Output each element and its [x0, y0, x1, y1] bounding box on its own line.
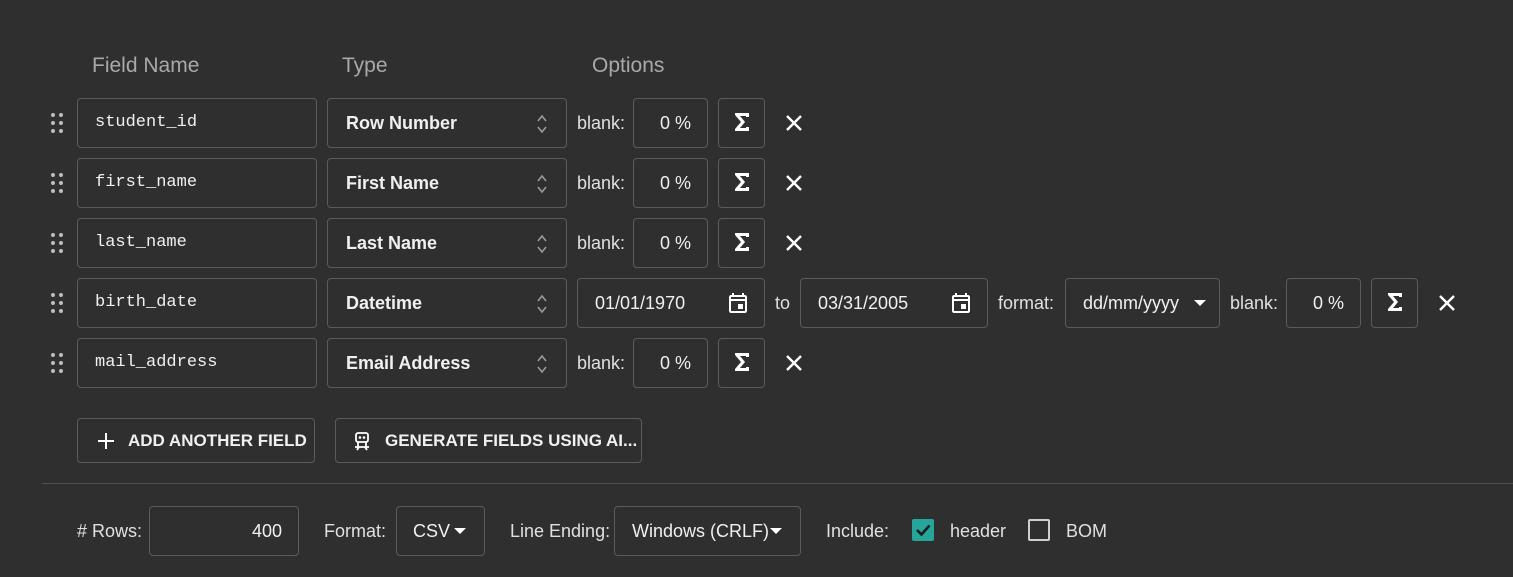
- generate-ai-label: GENERATE FIELDS USING AI...: [385, 431, 638, 450]
- drag-handle-icon[interactable]: [50, 111, 64, 135]
- to-label: to: [775, 293, 791, 313]
- header-checkbox[interactable]: [912, 519, 934, 541]
- format-select[interactable]: CSV: [396, 506, 485, 556]
- sigma-button[interactable]: [718, 338, 765, 388]
- caret-down-icon: [1194, 300, 1206, 306]
- blank-label: blank:: [577, 353, 626, 373]
- field-name-input[interactable]: birth_date: [77, 278, 317, 328]
- field-row: student_id Row Number blank: 0 %: [0, 98, 1513, 148]
- drag-handle-icon[interactable]: [50, 351, 64, 375]
- divider: [42, 483, 1513, 484]
- format-label: format:: [998, 293, 1055, 313]
- blank-label: blank:: [577, 113, 626, 133]
- sigma-icon: [734, 113, 749, 131]
- close-icon[interactable]: [782, 171, 806, 195]
- blank-percent-input[interactable]: 0 %: [633, 98, 708, 148]
- header-options: Options: [592, 54, 665, 77]
- field-type-select[interactable]: Row Number: [327, 98, 567, 148]
- blank-percent-input[interactable]: 0 %: [1286, 278, 1361, 328]
- blank-percent-input[interactable]: 0 %: [633, 158, 708, 208]
- drag-handle-icon[interactable]: [50, 171, 64, 195]
- blank-label: blank:: [1230, 293, 1279, 313]
- date-format-select[interactable]: dd/mm/yyyy: [1065, 278, 1220, 328]
- calendar-icon[interactable]: [949, 291, 973, 315]
- include-label: Include:: [826, 521, 890, 541]
- caret-down-icon: [454, 528, 466, 534]
- generate-ai-button[interactable]: GENERATE FIELDS USING AI...: [335, 418, 642, 463]
- header-type: Type: [342, 54, 388, 77]
- sigma-icon: [1387, 293, 1402, 311]
- sigma-icon: [734, 353, 749, 371]
- check-icon: [916, 524, 931, 537]
- field-type-label: Row Number: [346, 113, 458, 133]
- rows-label: # Rows:: [77, 521, 143, 541]
- format-label: Format:: [324, 521, 387, 541]
- field-row: birth_date Datetime 01/01/1970 to 03/31/…: [0, 278, 1513, 328]
- format-value: CSV: [413, 521, 451, 541]
- sigma-icon: [734, 173, 749, 191]
- close-icon[interactable]: [1435, 291, 1459, 315]
- field-name-input[interactable]: last_name: [77, 218, 317, 268]
- updown-chevron-icon: [537, 234, 547, 254]
- date-from-input[interactable]: 01/01/1970: [577, 278, 765, 328]
- field-type-select[interactable]: Datetime: [327, 278, 567, 328]
- drag-handle-icon[interactable]: [50, 231, 64, 255]
- field-type-select[interactable]: Last Name: [327, 218, 567, 268]
- line-ending-label: Line Ending:: [510, 521, 611, 541]
- sigma-button[interactable]: [718, 218, 765, 268]
- sigma-button[interactable]: [718, 158, 765, 208]
- field-row: first_name First Name blank: 0 %: [0, 158, 1513, 208]
- calendar-icon[interactable]: [726, 291, 750, 315]
- field-row: mail_address Email Address blank: 0 %: [0, 338, 1513, 388]
- blank-label: blank:: [577, 173, 626, 193]
- field-row: last_name Last Name blank: 0 %: [0, 218, 1513, 268]
- field-type-label: Email Address: [346, 353, 471, 373]
- blank-label: blank:: [577, 233, 626, 253]
- header-field-name: Field Name: [92, 54, 200, 77]
- drag-handle-icon[interactable]: [50, 291, 64, 315]
- blank-percent-input[interactable]: 0 %: [633, 338, 708, 388]
- field-type-label: Datetime: [346, 293, 423, 313]
- updown-chevron-icon: [537, 174, 547, 194]
- close-icon[interactable]: [782, 231, 806, 255]
- field-name-input[interactable]: mail_address: [77, 338, 317, 388]
- updown-chevron-icon: [537, 354, 547, 374]
- close-icon[interactable]: [782, 351, 806, 375]
- caret-down-icon: [770, 528, 782, 534]
- date-format-value: dd/mm/yyyy: [1083, 293, 1180, 313]
- plus-icon: [98, 433, 114, 449]
- sigma-button[interactable]: [718, 98, 765, 148]
- line-ending-value: Windows (CRLF): [632, 521, 770, 541]
- updown-chevron-icon: [537, 294, 547, 314]
- bom-checkbox[interactable]: [1028, 519, 1050, 541]
- sigma-icon: [734, 233, 749, 251]
- header-checkbox-label: header: [950, 521, 1007, 541]
- field-name-input[interactable]: first_name: [77, 158, 317, 208]
- field-type-label: Last Name: [346, 233, 438, 253]
- field-type-label: First Name: [346, 173, 440, 193]
- field-name-input[interactable]: student_id: [77, 98, 317, 148]
- date-to-value: 03/31/2005: [818, 293, 909, 313]
- updown-chevron-icon: [537, 114, 547, 134]
- field-type-select[interactable]: Email Address: [327, 338, 567, 388]
- close-icon[interactable]: [782, 111, 806, 135]
- add-field-button[interactable]: ADD ANOTHER FIELD: [77, 418, 315, 463]
- date-from-value: 01/01/1970: [595, 293, 686, 313]
- blank-percent-input[interactable]: 0 %: [633, 218, 708, 268]
- bom-checkbox-label: BOM: [1066, 521, 1108, 541]
- date-to-input[interactable]: 03/31/2005: [800, 278, 988, 328]
- sigma-button[interactable]: [1371, 278, 1418, 328]
- robot-icon: [355, 432, 369, 451]
- field-type-select[interactable]: First Name: [327, 158, 567, 208]
- line-ending-select[interactable]: Windows (CRLF): [614, 506, 801, 556]
- add-field-label: ADD ANOTHER FIELD: [128, 431, 307, 450]
- rows-input[interactable]: 400: [149, 506, 299, 556]
